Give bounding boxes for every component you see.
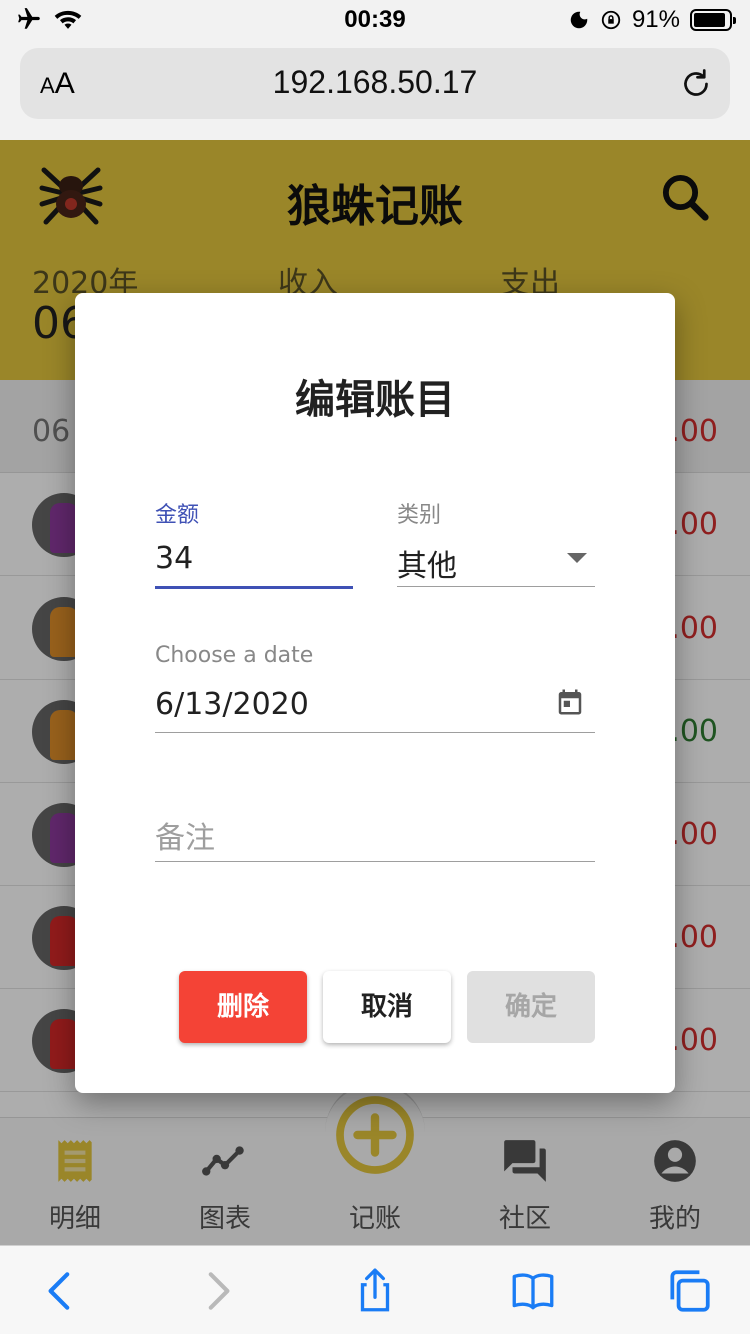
category-value[interactable]: 其他 <box>397 541 457 585</box>
amount-underline <box>155 586 353 589</box>
confirm-button[interactable]: 确定 <box>467 971 595 1043</box>
note-underline <box>155 861 595 862</box>
date-input[interactable]: 6/13/2020 <box>155 687 309 722</box>
date-underline <box>155 732 595 733</box>
back-icon[interactable] <box>36 1266 86 1316</box>
share-icon[interactable] <box>350 1266 400 1316</box>
reload-icon[interactable] <box>678 66 714 102</box>
address-bar[interactable]: AA 192.168.50.17 <box>20 48 730 119</box>
battery-icon <box>690 9 736 31</box>
bookmarks-icon[interactable] <box>508 1266 558 1316</box>
note-field[interactable]: 备注 <box>155 803 595 863</box>
amount-label: 金额 <box>155 503 200 528</box>
amount-input[interactable]: 34 <box>155 541 193 576</box>
status-bar: 00:39 91% <box>0 0 750 40</box>
browser-toolbar <box>0 1245 750 1334</box>
cancel-button[interactable]: 取消 <box>323 971 451 1043</box>
rotation-lock-icon <box>601 10 621 30</box>
amount-field[interactable]: 金额 34 <box>155 497 353 589</box>
note-input[interactable]: 备注 <box>155 813 215 857</box>
browser-top-bar: AA 192.168.50.17 <box>0 40 750 140</box>
dialog-title: 编辑账目 <box>295 377 455 423</box>
battery-percent: 91% <box>631 6 680 33</box>
category-select[interactable]: 类别 其他 <box>397 497 595 587</box>
category-underline <box>397 586 595 587</box>
date-label: Choose a date <box>155 643 314 668</box>
status-right: 91% <box>568 6 736 34</box>
forward-icon[interactable] <box>192 1266 242 1316</box>
calendar-icon[interactable] <box>555 687 585 717</box>
delete-button[interactable]: 删除 <box>179 971 307 1043</box>
category-label: 类别 <box>397 503 442 528</box>
edit-entry-dialog: 编辑账目 金额 34 类别 其他 Choose a date 6/13/2020… <box>75 293 675 1093</box>
date-field[interactable]: Choose a date 6/13/2020 <box>155 643 595 733</box>
url-text[interactable]: 192.168.50.17 <box>20 64 730 101</box>
moon-icon <box>570 11 588 29</box>
dropdown-arrow-icon[interactable] <box>567 553 587 563</box>
tabs-icon[interactable] <box>664 1266 714 1316</box>
